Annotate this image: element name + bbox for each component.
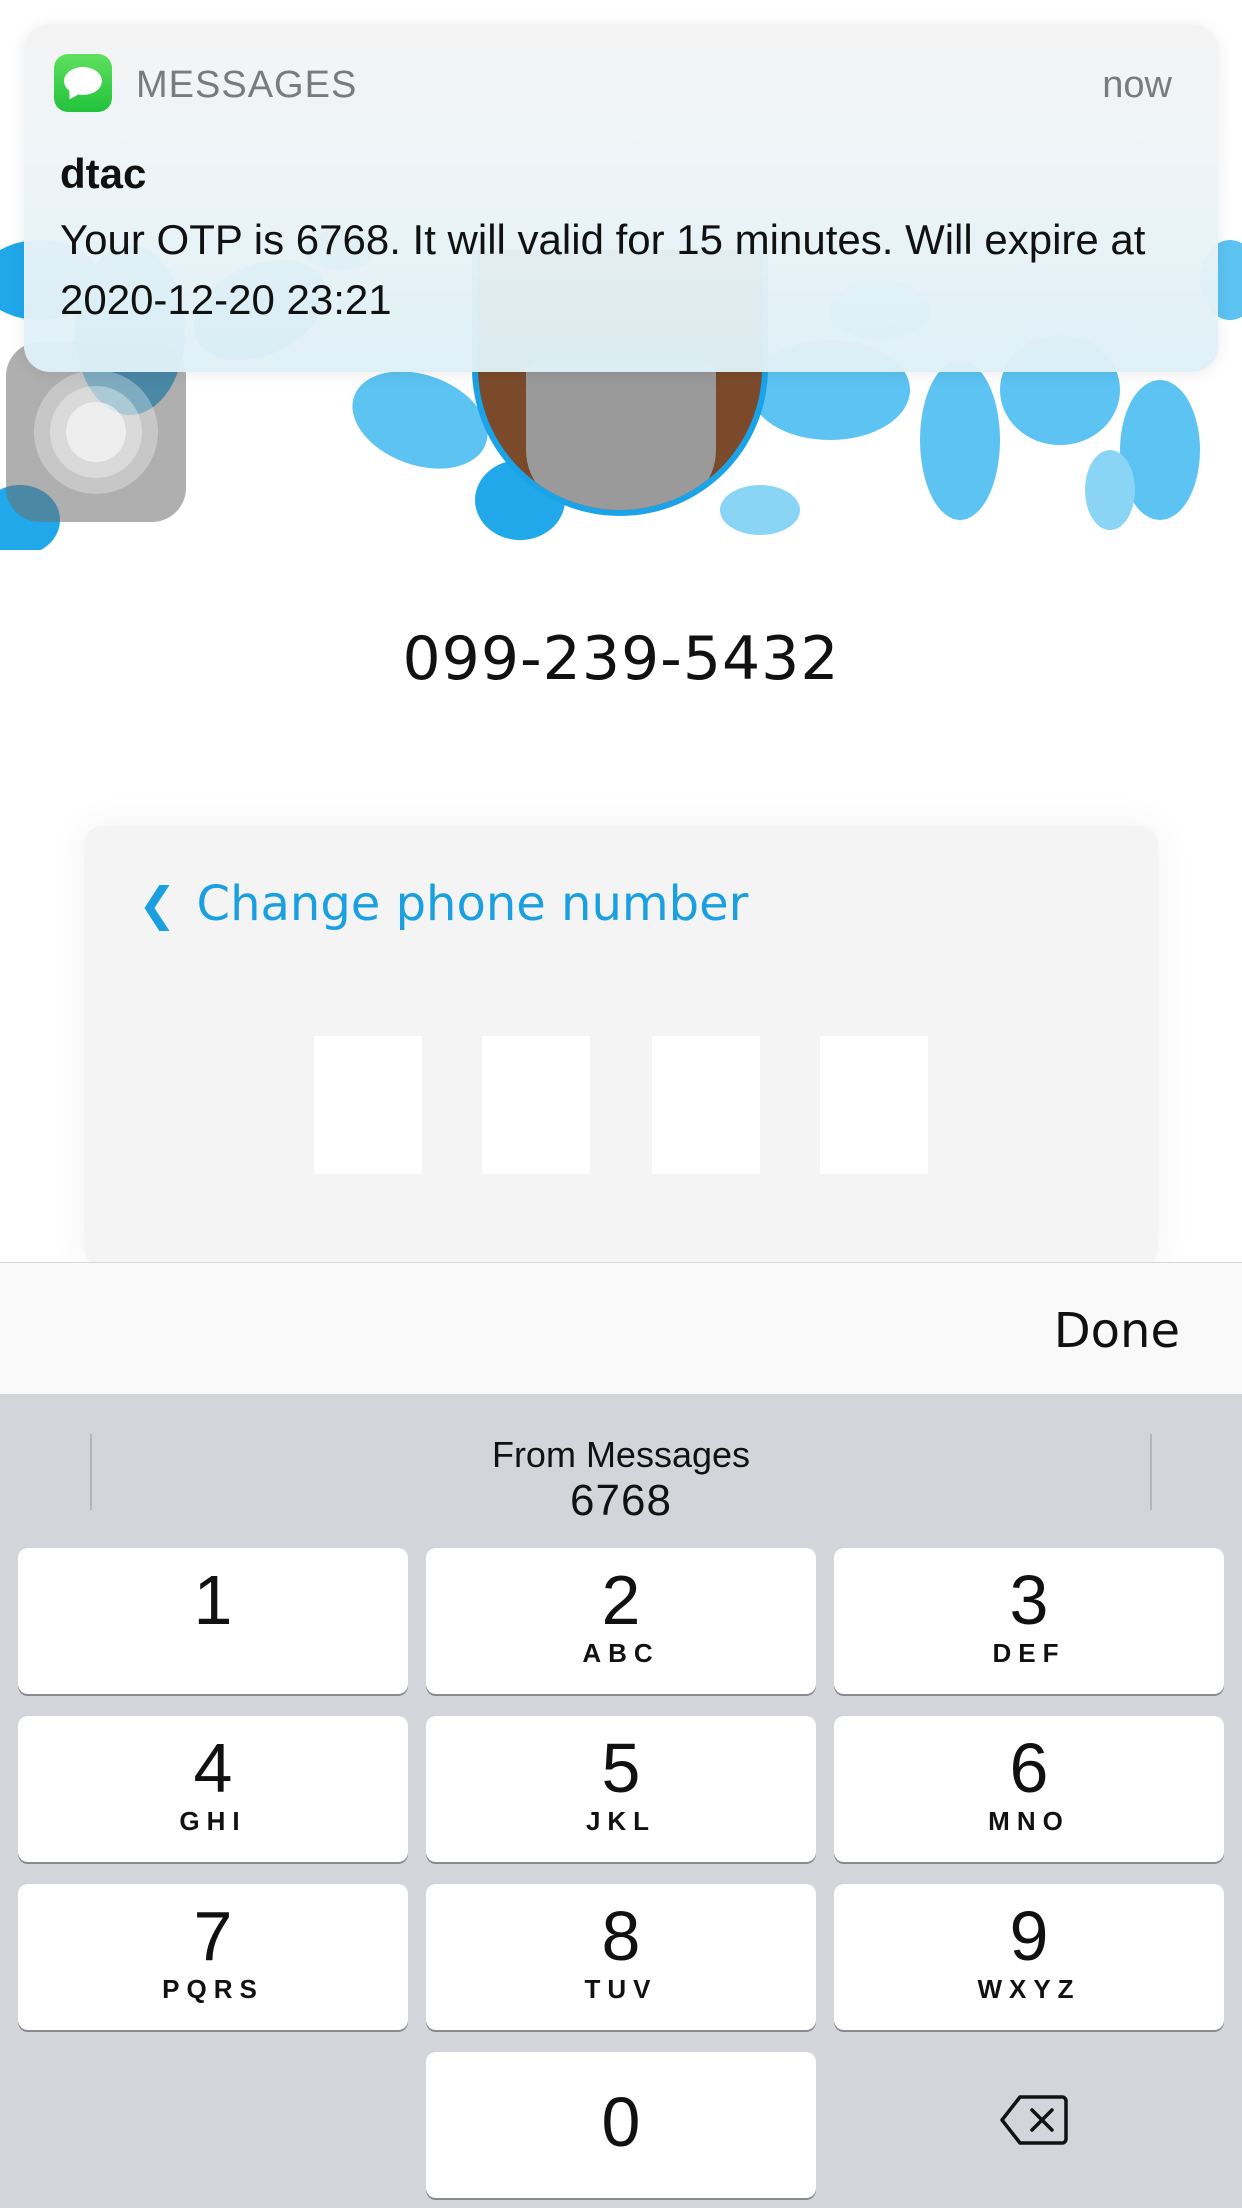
otp-digit-box-2[interactable] — [482, 1036, 590, 1174]
key-digit: 0 — [601, 2083, 641, 2161]
key-digit: 4 — [193, 1729, 233, 1807]
key-digit: 9 — [1009, 1897, 1049, 1975]
done-button[interactable]: Done — [1054, 1303, 1180, 1359]
notification-app-name: MESSAGES — [136, 64, 358, 106]
change-phone-number-link[interactable]: ❮ Change phone number — [138, 876, 748, 932]
notification-time: now — [1102, 64, 1172, 106]
key-letters: MNO — [988, 1806, 1070, 1836]
backspace-icon — [1000, 2095, 1068, 2145]
otp-digit-box-1[interactable] — [314, 1036, 422, 1174]
key-6[interactable]: 6 MNO — [834, 1716, 1224, 1862]
key-3[interactable]: 3 DEF — [834, 1548, 1224, 1694]
key-letters: TUV — [584, 1974, 658, 2004]
message-notification-banner[interactable]: MESSAGES now dtac Your OTP is 6768. It w… — [24, 24, 1218, 372]
otp-digit-box-4[interactable] — [820, 1036, 928, 1174]
key-letters: WXYZ — [977, 1974, 1081, 2004]
suggestion-divider — [1150, 1434, 1152, 1510]
phone-number: 099-239-5432 — [402, 624, 840, 694]
backspace-key[interactable] — [834, 2050, 1224, 2196]
suggestion-value: 6768 — [570, 1476, 672, 1525]
key-1[interactable]: 1 — [18, 1548, 408, 1694]
key-letters: PQRS — [162, 1974, 264, 2004]
otp-autofill-suggestion[interactable]: From Messages 6768 — [92, 1434, 1150, 1525]
key-letters: JKL — [585, 1806, 657, 1836]
otp-digit-box-3[interactable] — [652, 1036, 760, 1174]
key-0[interactable]: 0 — [426, 2052, 816, 2198]
laptop-illustration — [526, 360, 716, 510]
suggestion-label: From Messages — [491, 1434, 751, 1475]
change-phone-number-label: Change phone number — [196, 876, 749, 932]
key-letters: ABC — [582, 1638, 660, 1668]
key-8[interactable]: 8 TUV — [426, 1884, 816, 2030]
notification-body: Your OTP is 6768. It will valid for 15 m… — [60, 216, 1146, 323]
key-4[interactable]: 4 GHI — [18, 1716, 408, 1862]
key-digit: 6 — [1009, 1729, 1049, 1807]
keyboard-accessory-bar: Done — [0, 1262, 1242, 1395]
key-7[interactable]: 7 PQRS — [18, 1884, 408, 2030]
key-digit: 5 — [601, 1729, 641, 1807]
key-digit: 1 — [193, 1561, 233, 1639]
key-letters: GHI — [179, 1806, 247, 1836]
otp-card: ❮ Change phone number — [84, 826, 1158, 1266]
key-letters: DEF — [992, 1638, 1066, 1668]
chevron-left-icon: ❮ — [138, 877, 177, 931]
key-9[interactable]: 9 WXYZ — [834, 1884, 1224, 2030]
key-digit: 7 — [193, 1897, 233, 1975]
key-5[interactable]: 5 JKL — [426, 1716, 816, 1862]
notification-sender: dtac — [60, 150, 147, 197]
messages-app-icon — [54, 54, 112, 112]
key-2[interactable]: 2 ABC — [426, 1548, 816, 1694]
numeric-keyboard: From Messages 6768 1 2 ABC 3 DEF 4 GHI 5… — [0, 1394, 1242, 2208]
key-digit: 3 — [1009, 1561, 1049, 1639]
key-digit: 8 — [601, 1897, 641, 1975]
key-digit: 2 — [601, 1561, 641, 1639]
